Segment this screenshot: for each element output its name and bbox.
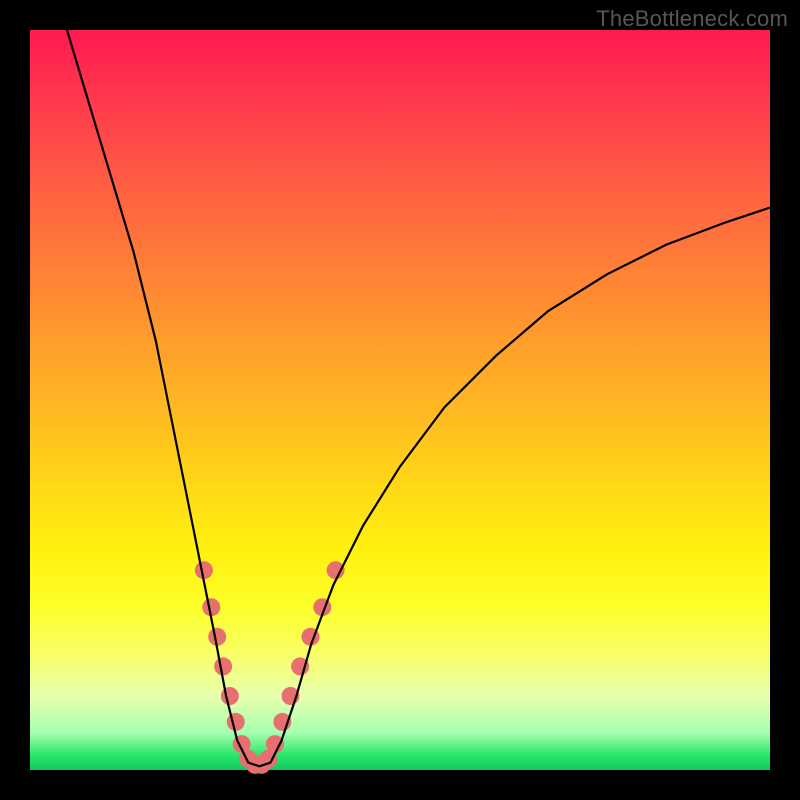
watermark-text: TheBottleneck.com xyxy=(596,6,788,32)
highlight-dot xyxy=(221,687,239,705)
bottleneck-curve xyxy=(67,30,770,766)
highlight-dot xyxy=(266,735,284,753)
highlight-dot xyxy=(227,713,245,731)
chart-frame: TheBottleneck.com xyxy=(0,0,800,800)
highlight-dots-group xyxy=(195,561,345,774)
highlight-dot xyxy=(214,657,232,675)
chart-overlay xyxy=(30,30,770,770)
